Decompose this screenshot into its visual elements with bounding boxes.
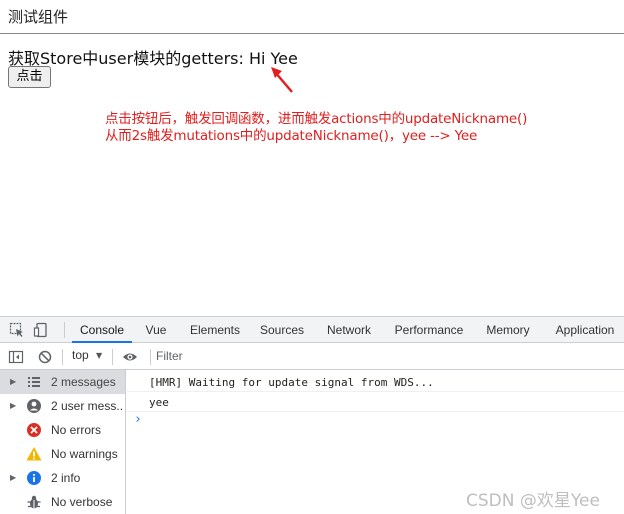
toolbar-separator-3 xyxy=(150,349,151,365)
console-prompt-icon[interactable]: › xyxy=(134,412,142,427)
sidebar-item-label: 2 messages xyxy=(51,375,116,389)
toolbar-separator xyxy=(62,349,63,365)
tab-console[interactable]: Console xyxy=(72,317,132,343)
console-sidebar: ▶ 2 messages ▶ 2 user mess... No errors … xyxy=(0,370,126,514)
chevron-down-icon[interactable]: ▼ xyxy=(96,351,102,360)
info-icon xyxy=(27,471,41,485)
sidebar-item-label: No warnings xyxy=(51,447,118,461)
console-message: [HMR] Waiting for update signal from WDS… xyxy=(127,372,624,392)
console-message-text: [HMR] Waiting for update signal from WDS… xyxy=(149,376,434,389)
error-icon xyxy=(27,423,41,437)
console-message: yee xyxy=(127,392,624,412)
tab-network[interactable]: Network xyxy=(321,317,377,343)
sidebar-item-info[interactable]: ▶ 2 info xyxy=(0,466,125,490)
tab-memory[interactable]: Memory xyxy=(480,317,536,343)
inspect-element-icon[interactable] xyxy=(9,322,25,338)
tabbar-separator xyxy=(64,322,65,338)
tab-vue[interactable]: Vue xyxy=(138,317,174,343)
list-icon xyxy=(28,377,40,387)
click-button[interactable]: 点击 xyxy=(8,66,51,88)
caret-right-icon[interactable]: ▶ xyxy=(10,473,16,482)
sidebar-item-label: 2 user mess... xyxy=(51,399,123,413)
bug-icon xyxy=(27,495,41,509)
tab-application[interactable]: Application xyxy=(548,317,622,343)
toolbar-separator-2 xyxy=(112,349,113,365)
warning-icon xyxy=(26,447,42,461)
sidebar-item-messages[interactable]: ▶ 2 messages xyxy=(0,370,125,394)
annotation-arrow-icon xyxy=(271,67,293,93)
sidebar-item-label: No errors xyxy=(51,423,102,437)
filter-input[interactable] xyxy=(156,346,616,366)
annotation-line-2: 从而2s触发mutations中的updateNickname()，yee --… xyxy=(105,128,478,144)
user-icon xyxy=(27,399,41,413)
sidebar-item-label: 2 info xyxy=(51,471,81,485)
console-toolbar: top ▼ xyxy=(0,343,624,370)
device-toolbar-icon[interactable] xyxy=(33,322,49,338)
devtools-panel: Console Vue Elements Sources Network Per… xyxy=(0,316,624,514)
sidebar-item-warnings[interactable]: No warnings xyxy=(0,442,125,466)
getter-text: 获取Store中user模块的getters: Hi Yee xyxy=(8,49,298,68)
caret-right-icon[interactable]: ▶ xyxy=(10,377,16,386)
sidebar-item-user-messages[interactable]: ▶ 2 user mess... xyxy=(0,394,125,418)
devtools-tabbar: Console Vue Elements Sources Network Per… xyxy=(0,316,624,343)
caret-right-icon[interactable]: ▶ xyxy=(10,401,16,410)
sidebar-toggle-icon[interactable] xyxy=(8,349,24,365)
eye-icon[interactable] xyxy=(122,349,138,365)
tab-performance[interactable]: Performance xyxy=(390,317,468,343)
page-title: 测试组件 xyxy=(8,8,69,26)
clear-console-icon[interactable] xyxy=(37,349,53,365)
sidebar-item-verbose[interactable]: No verbose xyxy=(0,490,125,514)
watermark: CSDN @欢星Yee xyxy=(466,491,600,511)
context-selector[interactable]: top xyxy=(72,348,89,362)
tab-sources[interactable]: Sources xyxy=(255,317,309,343)
tab-elements[interactable]: Elements xyxy=(184,317,246,343)
page-divider xyxy=(0,33,624,34)
sidebar-item-errors[interactable]: No errors xyxy=(0,418,125,442)
console-message-text: yee xyxy=(149,396,169,409)
sidebar-item-label: No verbose xyxy=(51,495,113,509)
